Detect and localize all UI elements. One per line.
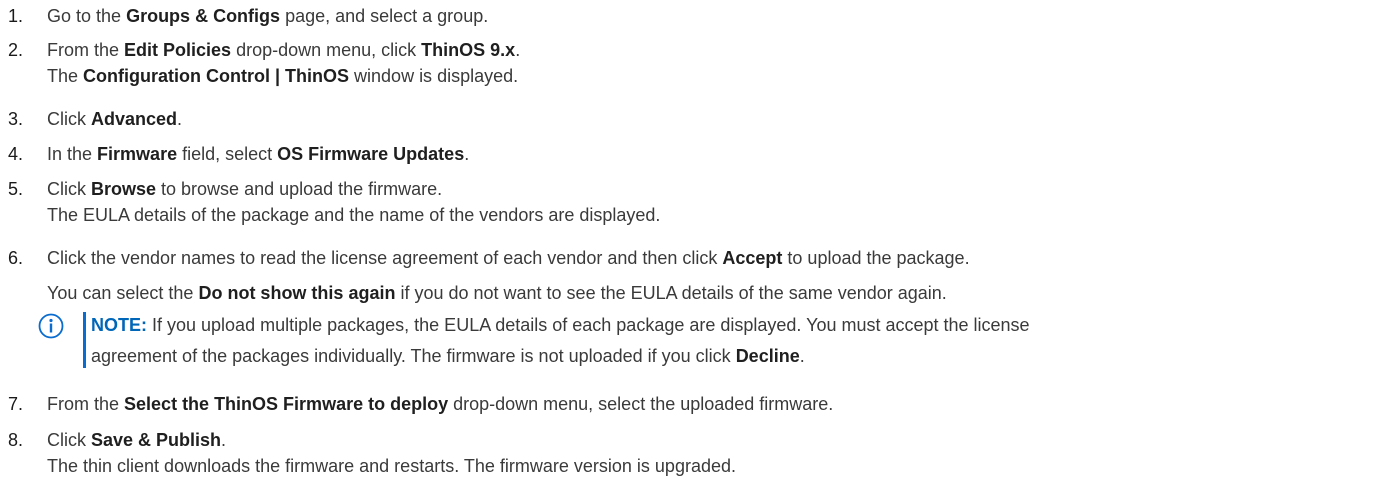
text-run: From the (47, 40, 125, 60)
text-run: drop-down menu, select the uploaded firm… (448, 394, 834, 414)
ui-term: Advanced (91, 109, 178, 129)
ui-term: Decline (735, 346, 800, 366)
step-line: Go to the Groups & Configs page, and sel… (47, 3, 1367, 29)
ui-term: Save & Publish (91, 430, 222, 450)
step-line: In the Firmware field, select OS Firmwar… (47, 141, 1367, 167)
ui-term: ThinOS 9.x (421, 40, 516, 60)
text-run: The EULA details of the package and the … (47, 205, 661, 225)
step-number: 8. (8, 430, 24, 450)
text-run: . (464, 144, 470, 164)
text-run: . (177, 109, 183, 129)
note-accent-bar (83, 312, 86, 368)
note-label: NOTE: (91, 315, 147, 335)
step-text: In the Firmware field, select OS Firmwar… (47, 141, 1367, 167)
step-result-line: The Configuration Control | ThinOS windo… (47, 63, 1367, 89)
ui-term: Groups & Configs (126, 6, 281, 26)
step-line: Click the vendor names to read the licen… (47, 245, 1367, 271)
text-run: The thin client downloads the firmware a… (47, 456, 736, 476)
step-number: 6. (8, 248, 24, 268)
info-icon (38, 313, 64, 339)
step-line: Click Browse to browse and upload the fi… (47, 176, 1367, 202)
step-number: 5. (8, 179, 24, 199)
text-run: to upload the package. (782, 248, 970, 268)
text-run: From the (47, 394, 125, 414)
step-info-line: You can select the Do not show this agai… (47, 280, 1367, 306)
step-text: Click Browse to browse and upload the fi… (47, 176, 1367, 228)
ui-term: Accept (722, 248, 783, 268)
text-run: drop-down menu, click (231, 40, 422, 60)
ui-term: Do not show this again (198, 283, 396, 303)
step-number: 2. (8, 40, 24, 60)
text-run: window is displayed. (349, 66, 519, 86)
text-run: The (47, 66, 84, 86)
step-line: From the Select the ThinOS Firmware to d… (47, 391, 1367, 417)
note-line: NOTE: If you upload multiple packages, t… (91, 310, 1371, 341)
ui-term: Select the ThinOS Firmware to deploy (124, 394, 449, 414)
ui-term: Firmware (97, 144, 178, 164)
step-text: From the Edit Policies drop-down menu, c… (47, 37, 1367, 89)
step-text: From the Select the ThinOS Firmware to d… (47, 391, 1367, 417)
text-run: You can select the (47, 283, 199, 303)
step-line: Click Save & Publish. (47, 427, 1367, 453)
text-run: page, and select a group. (280, 6, 489, 26)
step-text: Click Save & Publish. The thin client do… (47, 427, 1367, 479)
note-line: agreement of the packages individually. … (91, 341, 1371, 372)
text-run: if you do not want to see the EULA detai… (395, 283, 947, 303)
text-run: . (799, 346, 805, 366)
text-run: Click (47, 430, 91, 450)
step-number: 3. (8, 109, 24, 129)
step-number: 4. (8, 144, 24, 164)
text-run: field, select (177, 144, 278, 164)
text-run: In the (47, 144, 98, 164)
step-result-line: The thin client downloads the firmware a… (47, 453, 1367, 479)
step-number: 7. (8, 394, 24, 414)
text-run: . (221, 430, 227, 450)
text-run: Click (47, 109, 91, 129)
step-text: Go to the Groups & Configs page, and sel… (47, 3, 1367, 29)
ui-term: Browse (91, 179, 157, 199)
text-run: Go to the (47, 6, 127, 26)
text-run: agreement of the packages individually. … (91, 346, 736, 366)
text-run: Click (47, 179, 91, 199)
text-run: Click the vendor names to read the licen… (47, 248, 723, 268)
note-text: NOTE: If you upload multiple packages, t… (91, 310, 1371, 372)
step-number: 1. (8, 6, 24, 26)
text-run: . (515, 40, 521, 60)
text-run: to browse and upload the firmware. (156, 179, 443, 199)
text-run: If you upload multiple packages, the EUL… (147, 315, 1030, 335)
ui-term: OS Firmware Updates (277, 144, 465, 164)
ui-term: Edit Policies (124, 40, 232, 60)
step-text: Click Advanced. (47, 106, 1367, 132)
ui-term: Configuration Control | ThinOS (83, 66, 350, 86)
step-text: Click the vendor names to read the licen… (47, 245, 1367, 306)
step-line: Click Advanced. (47, 106, 1367, 132)
step-line: From the Edit Policies drop-down menu, c… (47, 37, 1367, 63)
step-result-line: The EULA details of the package and the … (47, 202, 1367, 228)
